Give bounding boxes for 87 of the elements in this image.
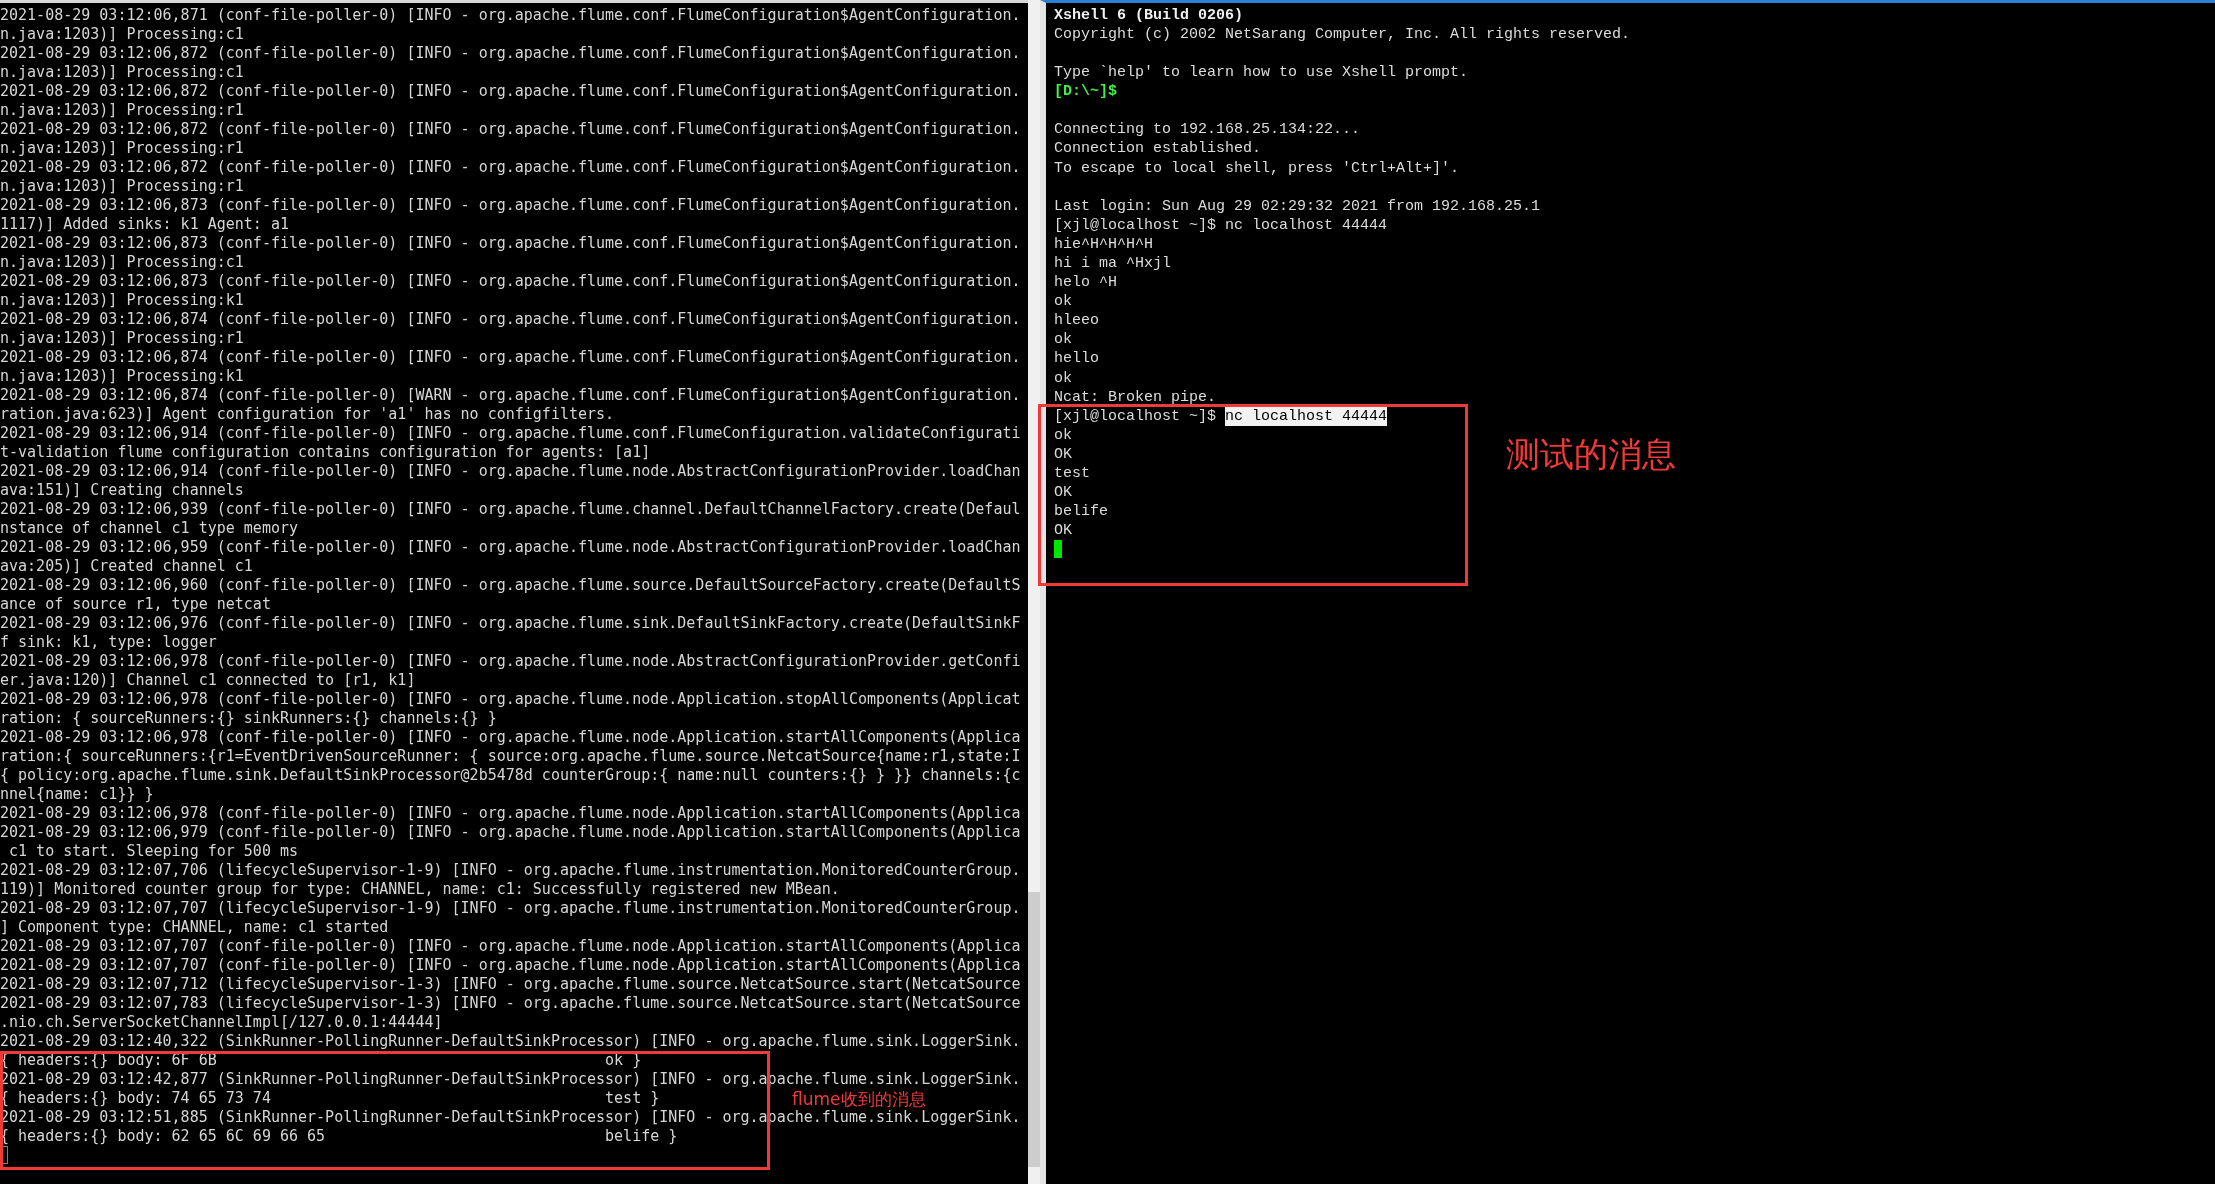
log-line: 2021-08-29 03:12:06,872 (conf-file-poller-0) [INFO - org.apache.flume.conf.FlumeConfiguration$AgentConfiguration. bbox=[0, 120, 1021, 139]
log-line: 2021-08-29 03:12:07,706 (lifecycleSupervisor-1-9) [INFO - org.apache.flume.instrumentation.MonitoredCounterGroup. bbox=[0, 861, 1021, 880]
log-line: n.java:1203)] Processing:r1 bbox=[0, 177, 244, 196]
terminal-line: Type `help' to learn how to use Xshell prompt. bbox=[1054, 63, 1469, 83]
scrollbar-thumb[interactable] bbox=[1028, 892, 1040, 1167]
log-line: 2021-08-29 03:12:06,914 (conf-file-poller-0) [INFO - org.apache.flume.node.AbstractConfigurationProvider.loadChan bbox=[0, 462, 1021, 481]
log-line: 2021-08-29 03:12:06,874 (conf-file-poller-0) [WARN - org.apache.flume.conf.FlumeConfiguration$AgentConfiguration. bbox=[0, 386, 1021, 405]
log-line: 2021-08-29 03:12:06,874 (conf-file-poller-0) [INFO - org.apache.flume.conf.FlumeConfiguration$AgentConfiguration. bbox=[0, 310, 1021, 329]
log-line: 2021-08-29 03:12:06,939 (conf-file-poller-0) [INFO - org.apache.flume.channel.DefaultChannelFactory.create(Defaul bbox=[0, 500, 1021, 519]
log-line: 2021-08-29 03:12:07,707 (lifecycleSupervisor-1-9) [INFO - org.apache.flume.instrumentation.MonitoredCounterGroup. bbox=[0, 899, 1021, 918]
log-line: 2021-08-29 03:12:07,707 (conf-file-poller-0) [INFO - org.apache.flume.node.Application.startAllComponents(Applica bbox=[0, 956, 1021, 975]
log-line: f sink: k1, type: logger bbox=[0, 633, 217, 652]
terminal-line: OK bbox=[1054, 444, 1072, 464]
prompt-text: [xjl@localhost ~]$ bbox=[1054, 406, 1218, 426]
terminal-line: OK bbox=[1054, 521, 1072, 541]
terminal-line: ok bbox=[1054, 292, 1072, 312]
scrollbar[interactable] bbox=[1028, 0, 1040, 1184]
terminal-line: To escape to local shell, press 'Ctrl+Alt+]'. bbox=[1054, 158, 1460, 178]
terminal-line: hi i ma ^Hxjl bbox=[1054, 253, 1172, 274]
log-line: ration.java:623)] Agent configuration for 'a1' has no configfilters. bbox=[0, 405, 615, 424]
log-line: ration:{ sourceRunners:{r1=EventDrivenSourceRunner: { source:org.apache.flume.source.NetcatSource{name:r1,state:I bbox=[0, 747, 1021, 766]
log-line: n.java:1203)] Processing:c1 bbox=[0, 25, 244, 44]
log-line: 2021-08-29 03:12:06,873 (conf-file-poller-0) [INFO - org.apache.flume.conf.FlumeConfiguration$AgentConfiguration. bbox=[0, 272, 1021, 291]
log-line: n.java:1203)] Processing:r1 bbox=[0, 329, 244, 348]
terminal-line: Connecting to 192.168.25.134:22... bbox=[1054, 120, 1361, 140]
log-line: 2021-08-29 03:12:06,872 (conf-file-poller-0) [INFO - org.apache.flume.conf.FlumeConfiguration$AgentConfiguration. bbox=[0, 158, 1021, 177]
log-line: 2021-08-29 03:12:40,322 (SinkRunner-PollingRunner-DefaultSinkProcessor) [INFO - org.apache.flume.sink.LoggerSink. bbox=[0, 1032, 1021, 1051]
log-line: 2021-08-29 03:12:06,979 (conf-file-poller-0) [INFO - org.apache.flume.node.Application.startAllComponents(Applica bbox=[0, 823, 1021, 842]
log-line: 2021-08-29 03:12:06,959 (conf-file-poller-0) [INFO - org.apache.flume.node.AbstractConfigurationProvider.loadChan bbox=[0, 538, 1021, 557]
log-line: 119)] Monitored counter group for type: CHANNEL, name: c1: Successfully registered new MBean. bbox=[0, 880, 840, 899]
terminal-line: belife bbox=[1054, 502, 1108, 522]
log-line: ance of source r1, type netcat bbox=[0, 595, 271, 614]
log-line: ava:151)] Creating channels bbox=[0, 481, 244, 500]
log-line: 2021-08-29 03:12:07,707 (conf-file-poller-0) [INFO - org.apache.flume.node.Application.startAllComponents(Applica bbox=[0, 937, 1021, 956]
log-line: 2021-08-29 03:12:06,873 (conf-file-poller-0) [INFO - org.apache.flume.conf.FlumeConfiguration$AgentConfiguration. bbox=[0, 234, 1021, 253]
log-line: er.java:120)] Channel c1 connected to [r1, k1] bbox=[0, 671, 416, 690]
log-line: 2021-08-29 03:12:07,783 (lifecycleSupervisor-1-3) [INFO - org.apache.flume.source.NetcatSource.start(NetcatSource bbox=[0, 994, 1021, 1013]
log-line: 2021-08-29 03:12:06,978 (conf-file-poller-0) [INFO - org.apache.flume.node.AbstractConfigurationProvider.getConfi bbox=[0, 652, 1021, 671]
log-line: 2021-08-29 03:12:06,873 (conf-file-poller-0) [INFO - org.apache.flume.conf.FlumeConfiguration$AgentConfiguration. bbox=[0, 196, 1021, 215]
log-line: n.java:1203)] Processing:r1 bbox=[0, 139, 244, 158]
log-line: n.java:1203)] Processing:c1 bbox=[0, 63, 244, 82]
log-line: 1117)] Added sinks: k1 Agent: a1 bbox=[0, 215, 289, 234]
log-line: { policy:org.apache.flume.sink.DefaultSinkProcessor@2b5478d counterGroup:{ name:null counters:{} } }} channels:{c bbox=[0, 766, 1021, 785]
terminal-line: ok bbox=[1054, 368, 1072, 388]
annotation-label: 测试的消息 bbox=[1506, 434, 1676, 474]
terminal-line: [xjl@localhost ~]$ nc localhost 44444 bbox=[1054, 215, 1388, 235]
log-line: 2021-08-29 03:12:06,976 (conf-file-poller-0) [INFO - org.apache.flume.sink.DefaultSinkFactory.create(DefaultSinkF bbox=[0, 614, 1021, 633]
log-line: ava:205)] Created channel c1 bbox=[0, 557, 253, 576]
terminal-line: Ncat: Broken pipe. bbox=[1054, 387, 1217, 407]
log-line: ration: { sourceRunners:{} sinkRunners:{} channels:{} } bbox=[0, 709, 497, 728]
terminal-line: OK bbox=[1054, 483, 1072, 503]
terminal-line: Connection established. bbox=[1054, 139, 1262, 159]
terminal-line: test bbox=[1054, 463, 1090, 484]
prompt-text: [D:\~]$ bbox=[1054, 82, 1117, 102]
log-line: 2021-08-29 03:12:06,960 (conf-file-poller-0) [INFO - org.apache.flume.source.DefaultSourceFactory.create(DefaultS bbox=[0, 576, 1021, 595]
annotation-label: flume收到的消息 bbox=[792, 1090, 926, 1108]
log-line: ] Component type: CHANNEL, name: c1 started bbox=[0, 918, 389, 937]
terminal-line: ok bbox=[1054, 425, 1072, 445]
log-line: .nio.ch.ServerSocketChannelImpl[/127.0.0.1:44444] bbox=[0, 1013, 443, 1032]
terminal-line: hello bbox=[1054, 349, 1099, 369]
log-line: n.java:1203)] Processing:k1 bbox=[0, 367, 244, 386]
log-line: nnel{name: c1}} } bbox=[0, 785, 154, 804]
log-line: 2021-08-29 03:12:06,871 (conf-file-poller-0) [INFO - org.apache.flume.conf.FlumeConfiguration$AgentConfiguration. bbox=[0, 6, 1021, 25]
log-line: n.java:1203)] Processing:k1 bbox=[0, 291, 244, 310]
log-line: 2021-08-29 03:12:06,872 (conf-file-poller-0) [INFO - org.apache.flume.conf.FlumeConfiguration$AgentConfiguration. bbox=[0, 44, 1021, 63]
terminal-line: hleeo bbox=[1054, 311, 1099, 331]
terminal-line: hie^H^H^H^H bbox=[1054, 234, 1154, 254]
log-line: 2021-08-29 03:12:06,874 (conf-file-poller-0) [INFO - org.apache.flume.conf.FlumeConfiguration$AgentConfiguration. bbox=[0, 348, 1021, 367]
log-line: 2021-08-29 03:12:06,978 (conf-file-poller-0) [INFO - org.apache.flume.node.Application.startAllComponents(Applica bbox=[0, 804, 1021, 823]
log-line: n.java:1203)] Processing:r1 bbox=[0, 101, 244, 120]
log-line: { headers:{} body: 62 65 6C 69 66 65 belife } bbox=[0, 1127, 678, 1146]
log-line: 2021-08-29 03:12:06,914 (conf-file-poller-0) [INFO - org.apache.flume.conf.FlumeConfiguration.validateConfigurati bbox=[0, 424, 1021, 443]
log-line: c1 to start. Sleeping for 500 ms bbox=[8, 842, 298, 861]
terminal-line: Last login: Sun Aug 29 02:29:32 2021 from 192.168.25.1 bbox=[1054, 196, 1541, 216]
log-line: n.java:1203)] Processing:c1 bbox=[0, 253, 244, 272]
log-line: 2021-08-29 03:12:06,872 (conf-file-poller-0) [INFO - org.apache.flume.conf.FlumeConfiguration$AgentConfiguration. bbox=[0, 82, 1021, 101]
terminal-line: Copyright (c) 2002 NetSarang Computer, Inc. All rights reserved. bbox=[1054, 25, 1631, 45]
selected-text: nc localhost 44444 bbox=[1225, 406, 1388, 426]
log-line: 2021-08-29 03:12:06,978 (conf-file-poller-0) [INFO - org.apache.flume.node.Application.startAllComponents(Applica bbox=[0, 728, 1021, 747]
log-line: 2021-08-29 03:12:07,712 (lifecycleSupervisor-1-3) [INFO - org.apache.flume.source.NetcatSource.start(NetcatSource bbox=[0, 975, 1021, 994]
log-line: { headers:{} body: 74 65 73 74 test } bbox=[0, 1089, 660, 1108]
log-line: nstance of channel c1 type memory bbox=[0, 519, 298, 538]
terminal-line: ok bbox=[1054, 330, 1072, 350]
log-line: 2021-08-29 03:12:06,978 (conf-file-poller-0) [INFO - org.apache.flume.node.Application.stopAllComponents(Applicat bbox=[0, 690, 1021, 709]
terminal-line: helo ^H bbox=[1054, 273, 1117, 293]
terminal-line: Xshell 6 (Build 0206) bbox=[1054, 6, 1244, 26]
log-line: t-validation flume configuration contains configuration for agents: [a1] bbox=[0, 443, 651, 462]
